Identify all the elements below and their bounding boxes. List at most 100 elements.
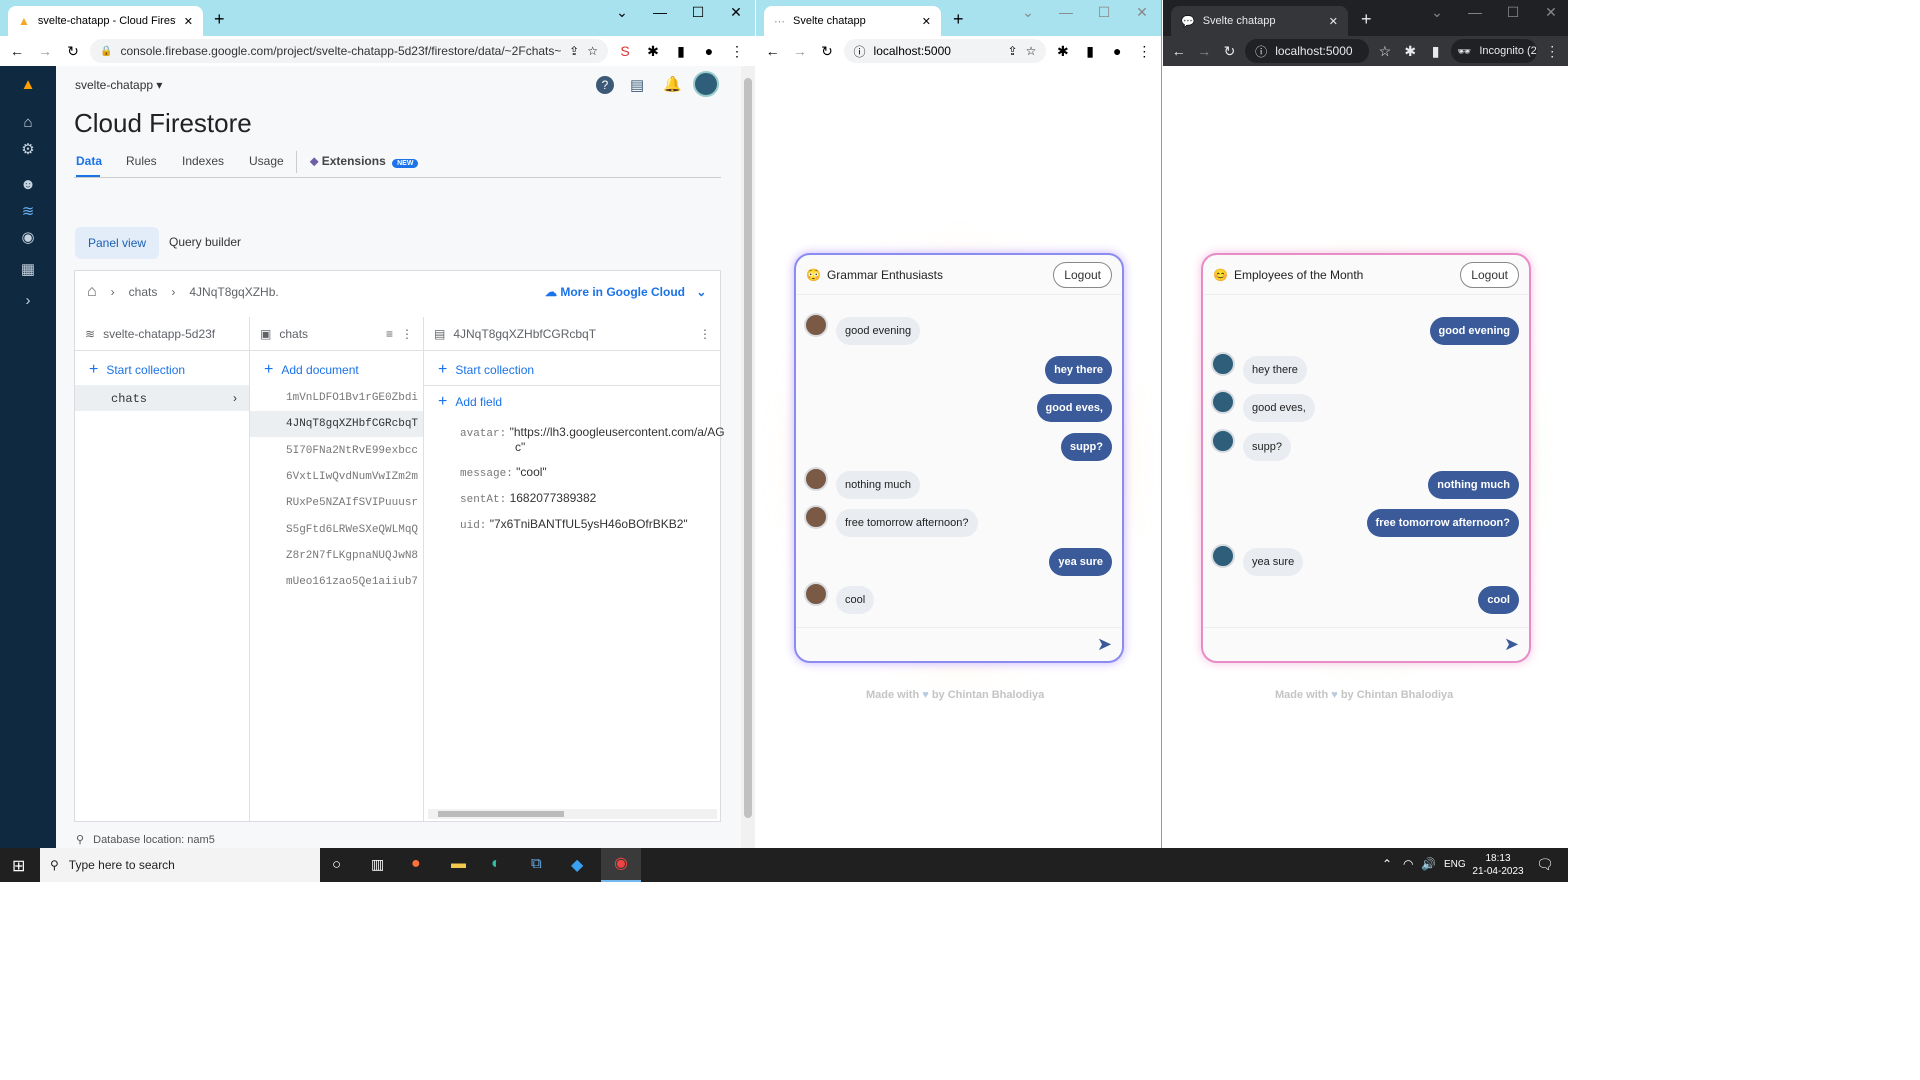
firestore-icon[interactable]: ≋	[18, 202, 38, 222]
extensions-puzzle-icon[interactable]: ✱	[1052, 43, 1073, 60]
field-uid[interactable]: uid: "7x6TniBANTfUL5ysH46oBOfrBKB2"	[460, 517, 688, 532]
side-panel-icon[interactable]: ▮	[1426, 43, 1445, 60]
document-item[interactable]: 5I70FNa2NtRvE99exbcc	[250, 438, 423, 464]
close-window-button[interactable]: ✕	[726, 4, 746, 21]
settings-gear-icon[interactable]: ⚙	[18, 140, 38, 160]
breadcrumb-doc[interactable]: 4JNqT8gqXZHb.	[189, 285, 278, 299]
document-item[interactable]: 4JNqT8gqXZHbfCGRcbqT	[250, 411, 423, 438]
tray-chevron-icon[interactable]: ⌃	[1382, 857, 1392, 871]
language-indicator[interactable]: ENG	[1444, 859, 1466, 870]
browser-tab-firestore[interactable]: ▲ svelte-chatapp - Cloud Firestore ✕	[8, 6, 203, 36]
profile-avatar-icon[interactable]: ●	[698, 43, 720, 59]
tab-search-icon[interactable]: ⌄	[1018, 4, 1038, 21]
filter-icon[interactable]: ≡	[386, 327, 393, 341]
forward-icon[interactable]: →	[34, 43, 56, 59]
address-bar[interactable]: ⓘ localhost:5000 ⇪ ☆	[843, 39, 1047, 63]
send-icon[interactable]: ➤	[1504, 634, 1519, 655]
query-builder-button[interactable]: Query builder	[169, 235, 241, 249]
file-explorer-icon[interactable]: ▬	[451, 855, 466, 872]
scrollbar-thumb[interactable]	[438, 811, 564, 817]
message-composer[interactable]: ➤	[796, 627, 1122, 661]
help-icon[interactable]: ?	[596, 76, 614, 94]
panel-view-button[interactable]: Panel view	[75, 227, 160, 259]
tab-extensions[interactable]: ⬥ Extensions NEW	[310, 154, 419, 169]
side-panel-icon[interactable]: ▮	[670, 43, 692, 60]
send-icon[interactable]: ➤	[1097, 634, 1112, 655]
logout-button[interactable]: Logout	[1053, 262, 1112, 288]
add-document-button[interactable]: + Add document	[264, 361, 359, 379]
close-tab-icon[interactable]: ✕	[922, 15, 931, 28]
menu-kebab-icon[interactable]: ⋮	[726, 43, 748, 60]
logout-button[interactable]: Logout	[1460, 262, 1519, 288]
start-collection-button[interactable]: + Start collection	[89, 361, 185, 379]
document-item[interactable]: mUeo161zao5Qe1aiiub7	[250, 569, 423, 595]
side-panel-icon[interactable]: ▮	[1080, 43, 1101, 60]
profile-avatar-icon[interactable]: ●	[1107, 43, 1128, 59]
menu-kebab-icon[interactable]: ⋮	[1543, 43, 1562, 60]
firebase-logo-icon[interactable]: ▲	[18, 76, 38, 96]
browser-tab-chatapp-incognito[interactable]: 💬 Svelte chatapp ✕	[1171, 6, 1348, 36]
volume-icon[interactable]: 🔊	[1421, 857, 1436, 871]
incognito-indicator[interactable]: 🕶 Incognito (2)	[1451, 39, 1537, 63]
message-composer[interactable]: ➤	[1203, 627, 1529, 661]
field-avatar[interactable]: avatar: "https://lh3.googleusercontent.c…	[460, 425, 725, 454]
maximize-button[interactable]: ☐	[1094, 4, 1114, 21]
tab-search-icon[interactable]: ⌄	[612, 4, 632, 21]
address-bar[interactable]: 🔒 console.firebase.google.com/project/sv…	[90, 39, 608, 63]
expand-chevron-icon[interactable]: ›	[18, 292, 38, 312]
tab-indexes[interactable]: Indexes	[182, 154, 224, 168]
network-icon[interactable]: ◠	[1403, 857, 1413, 871]
start-windows-icon[interactable]: ⊞	[12, 856, 25, 876]
breadcrumb-home-icon[interactable]: ⌂	[87, 283, 97, 301]
reload-icon[interactable]: ↻	[1220, 43, 1239, 60]
document-item[interactable]: RUxPe5NZAIfSVIPuuusr	[250, 490, 423, 516]
tab-rules[interactable]: Rules	[126, 154, 157, 168]
home-icon[interactable]: ⌂	[18, 114, 38, 134]
new-tab-button[interactable]: +	[1361, 10, 1372, 28]
maximize-button[interactable]: ☐	[688, 4, 708, 21]
users-icon[interactable]: ☻	[18, 176, 38, 196]
back-icon[interactable]: ←	[762, 43, 783, 59]
forward-icon[interactable]: →	[1194, 43, 1213, 59]
share-icon[interactable]: ⇪	[569, 44, 579, 58]
field-message[interactable]: message: "cool"	[460, 465, 547, 480]
close-tab-icon[interactable]: ✕	[184, 15, 193, 28]
address-bar[interactable]: ⓘ localhost:5000	[1245, 39, 1370, 63]
bookmark-star-icon[interactable]: ☆	[587, 44, 598, 58]
bookmark-star-icon[interactable]: ☆	[1375, 43, 1394, 60]
column-menu-icon[interactable]: ⋮	[401, 327, 413, 341]
scrollbar-thumb[interactable]	[744, 78, 752, 818]
reload-icon[interactable]: ↻	[62, 43, 84, 60]
document-item[interactable]: Z8r2N7fLKgpnaNUQJwN8	[250, 543, 423, 569]
new-tab-button[interactable]: +	[214, 10, 225, 28]
close-tab-icon[interactable]: ✕	[1329, 15, 1338, 28]
vscode-icon[interactable]: ◆	[571, 855, 583, 875]
notifications-icon[interactable]: 🗨	[1536, 856, 1554, 873]
minimize-button[interactable]: —	[1465, 4, 1485, 21]
breadcrumb-chats[interactable]: chats	[129, 285, 158, 299]
document-item[interactable]: 1mVnLDFO1Bv1rGE0Zbdi	[250, 385, 423, 411]
browser-tab-chatapp[interactable]: ⋯ Svelte chatapp ✕	[764, 6, 941, 36]
start-subcollection-button[interactable]: + Start collection	[438, 361, 534, 379]
extensions-puzzle-icon[interactable]: ✱	[642, 43, 664, 60]
horizontal-scrollbar[interactable]	[428, 809, 717, 819]
app-icon[interactable]: ⧉	[531, 855, 542, 872]
account-avatar[interactable]	[693, 71, 719, 97]
forward-icon[interactable]: →	[789, 43, 810, 59]
back-icon[interactable]: ←	[6, 43, 28, 59]
tab-search-icon[interactable]: ⌄	[1427, 4, 1447, 21]
project-selector[interactable]: svelte-chatapp ▾	[75, 78, 162, 92]
all-products-grid-icon[interactable]: ▦	[18, 260, 38, 280]
minimize-button[interactable]: —	[650, 4, 670, 21]
cortana-icon[interactable]: ○	[332, 856, 341, 873]
close-window-button[interactable]: ✕	[1541, 4, 1561, 21]
collection-item-chats[interactable]: chats ›	[75, 385, 249, 411]
clock[interactable]: 18:13 21-04-2023	[1470, 852, 1526, 878]
menu-kebab-icon[interactable]: ⋮	[1134, 43, 1155, 60]
new-tab-button[interactable]: +	[953, 10, 964, 28]
document-item[interactable]: S5gFtd6LRWeSXeQWLMqQ	[250, 517, 423, 543]
extensions-puzzle-icon[interactable]: ✱	[1401, 43, 1420, 60]
document-menu-icon[interactable]: ⋮	[699, 327, 711, 341]
chrome-icon[interactable]: ◉	[601, 848, 641, 882]
taskbar-search-box[interactable]: ⚲ Type here to search	[40, 848, 320, 882]
